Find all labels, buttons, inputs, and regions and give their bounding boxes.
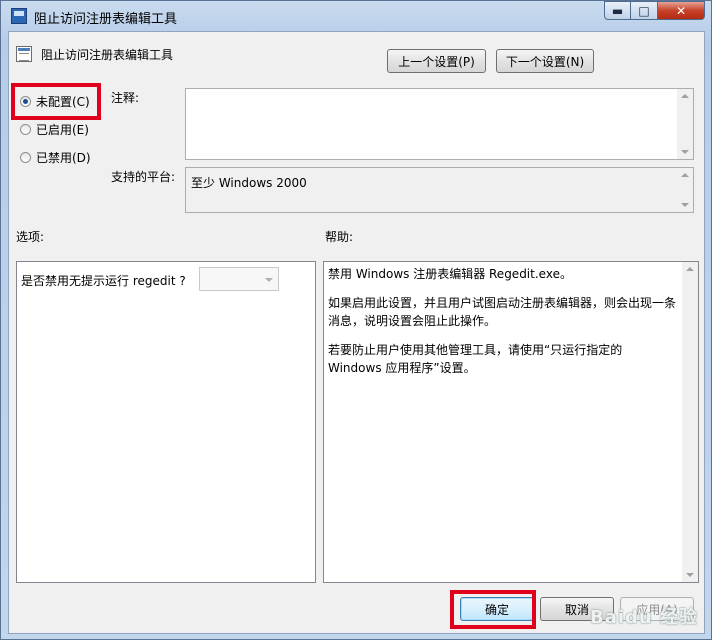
scroll-down-icon[interactable] [681,203,689,207]
help-label: 帮助: [325,230,354,244]
regedit-select[interactable] [199,267,279,291]
help-panel: 禁用 Windows 注册表编辑器 Regedit.exe。 如果启用此设置，并… [323,261,699,583]
policy-setting-icon [16,46,32,62]
radio-enabled[interactable]: 已启用(E) [20,121,89,138]
close-button[interactable]: ✕ [658,1,705,20]
help-scrollbar[interactable] [682,262,698,582]
scroll-up-icon[interactable] [681,94,689,98]
radio-not-configured[interactable]: 未配置(C) [20,93,90,110]
scroll-down-icon[interactable] [681,150,689,154]
platform-label: 支持的平台: [111,170,176,184]
dialog-window: 阻止访问注册表编辑工具 ▬ □ ✕ 阻止访问注册表编辑工具 上一个设置(P) 下… [0,0,712,640]
window-title: 阻止访问注册表编辑工具 [34,12,178,27]
help-paragraph: 如果启用此设置，并且用户试图启动注册表编辑器，则会出现一条消息，说明设置会阻止此… [328,296,677,328]
comment-value [186,89,693,95]
radio-label: 未配置(C) [36,95,90,109]
help-text: 禁用 Windows 注册表编辑器 Regedit.exe。 如果启用此设置，并… [328,265,678,388]
scroll-down-icon[interactable] [686,573,694,577]
help-paragraph: 禁用 Windows 注册表编辑器 Regedit.exe。 [328,267,572,281]
app-icon [11,8,27,24]
comment-label: 注释: [111,91,140,105]
option-question: 是否禁用无提示运行 regedit ? [21,274,186,288]
next-setting-button[interactable]: 下一个设置(N) [496,49,594,73]
ok-button[interactable]: 确定 [460,597,534,621]
minimize-button[interactable]: ▬ [604,1,631,20]
policy-name: 阻止访问注册表编辑工具 [41,48,174,62]
maximize-button[interactable]: □ [631,1,658,20]
baidu-watermark: Baidu 经验 [589,607,698,628]
previous-setting-button[interactable]: 上一个设置(P) [387,49,486,73]
comment-scrollbar[interactable] [677,89,693,159]
radio-button-icon[interactable] [20,124,31,135]
platform-scrollbar[interactable] [677,168,693,212]
radio-label: 已启用(E) [36,123,89,137]
dialog-client-area: 阻止访问注册表编辑工具 上一个设置(P) 下一个设置(N) 未配置(C) 已启用… [8,31,705,634]
help-paragraph: 若要防止用户使用其他管理工具，请使用“只运行指定的 Windows 应用程序”设… [328,343,623,375]
scroll-up-icon[interactable] [681,173,689,177]
comment-textarea[interactable] [185,88,694,160]
caption-buttons: ▬ □ ✕ [604,1,705,21]
platform-field: 至少 Windows 2000 [185,167,694,213]
radio-button-icon[interactable] [20,152,31,163]
options-panel: 是否禁用无提示运行 regedit ? [16,261,316,583]
platform-value: 至少 Windows 2000 [191,176,307,190]
radio-label: 已禁用(D) [36,151,91,165]
title-bar[interactable]: 阻止访问注册表编辑工具 ▬ □ ✕ [1,1,711,31]
scroll-up-icon[interactable] [686,267,694,271]
chevron-down-icon[interactable] [265,278,273,282]
options-label: 选项: [16,230,45,244]
radio-button-checked-icon[interactable] [20,96,31,107]
radio-disabled[interactable]: 已禁用(D) [20,149,91,166]
